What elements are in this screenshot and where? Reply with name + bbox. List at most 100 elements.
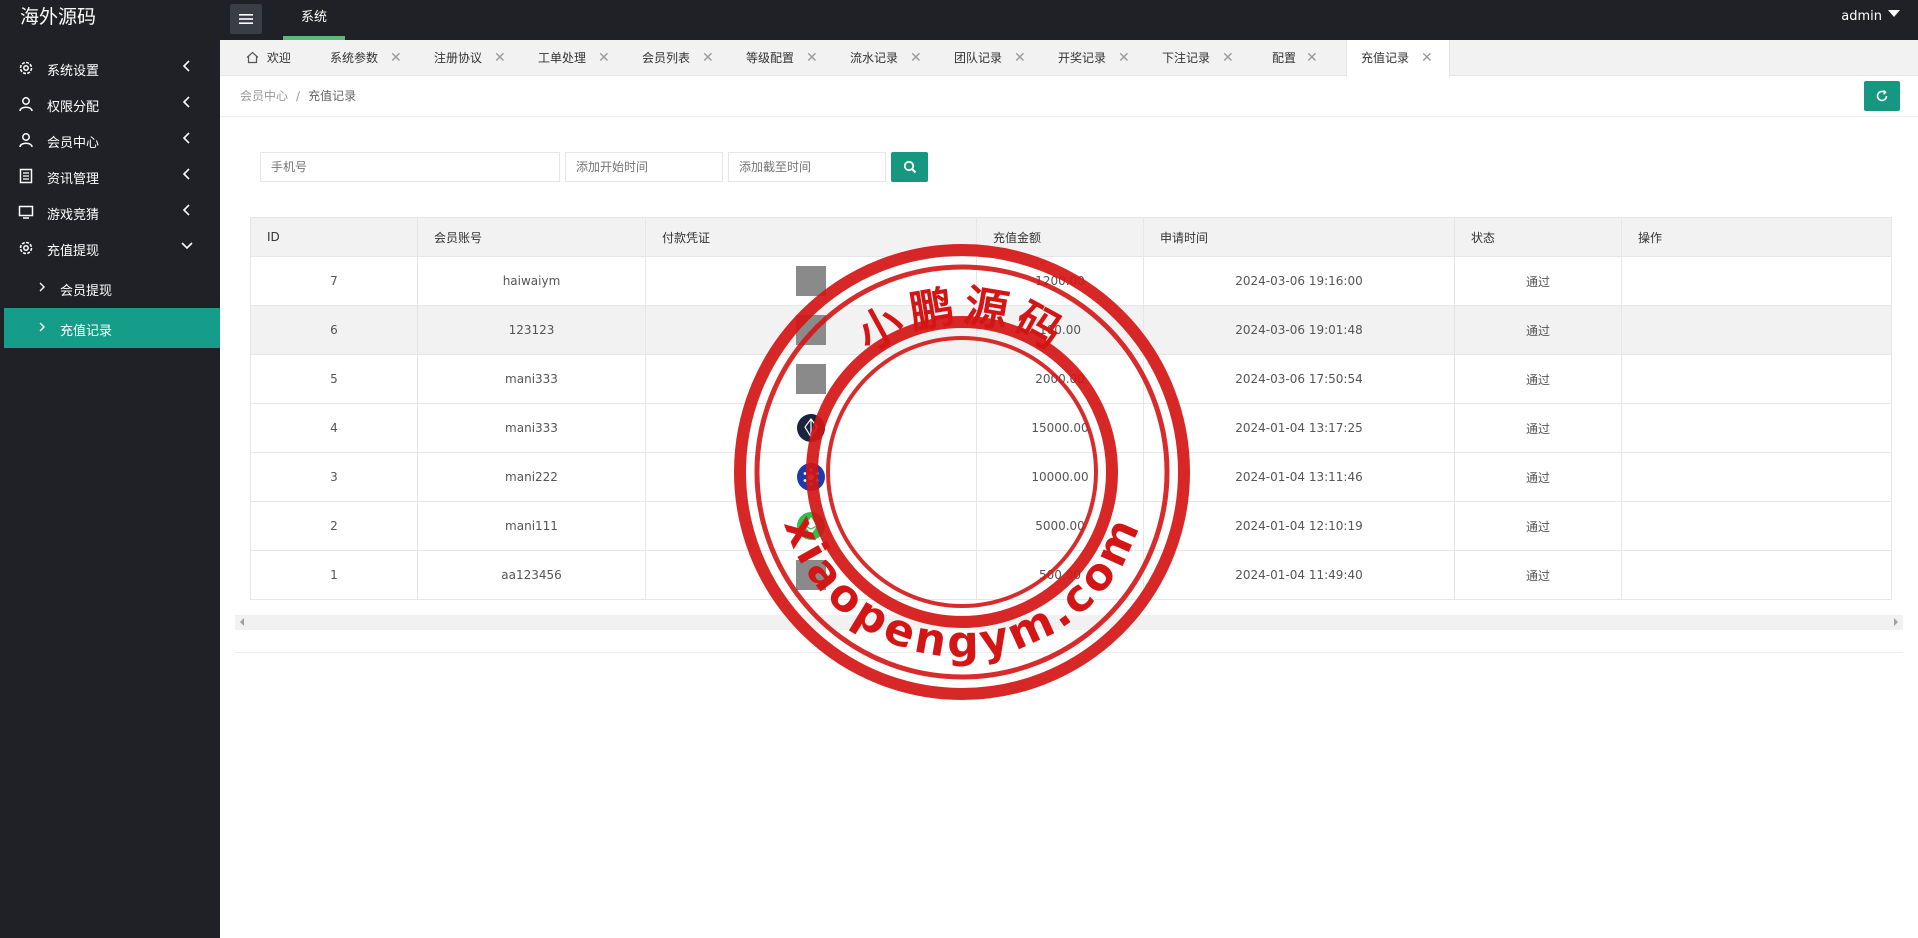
- end-time-input[interactable]: [728, 152, 886, 182]
- cell-amount: 1200.00: [976, 256, 1144, 306]
- tab-bar: 欢迎 系统参数 ✕ 注册协议 ✕ 工单处理 ✕ 会员列表 ✕ 等级配置 ✕ 流水记录 ✕ 团…: [220, 40, 1918, 77]
- close-icon[interactable]: ✕: [1222, 40, 1234, 76]
- tab-label: 充值记录: [1361, 51, 1410, 65]
- sidebar-item-games[interactable]: 游戏竞猜: [0, 194, 220, 230]
- sidebar-item-label: 系统设置: [47, 64, 100, 79]
- close-icon[interactable]: ✕: [598, 40, 610, 76]
- brand-title: 海外源码: [20, 6, 97, 28]
- tab-team-records[interactable]: 团队记录 ✕: [954, 40, 1044, 76]
- scroll-left-arrow-icon[interactable]: [240, 618, 244, 626]
- cell-account: mani222: [417, 452, 646, 502]
- tab-member-list[interactable]: 会员列表 ✕: [642, 40, 732, 76]
- refresh-button[interactable]: [1864, 81, 1900, 111]
- cell-voucher: [645, 354, 977, 404]
- tab-config[interactable]: 配置 ✕: [1272, 40, 1342, 76]
- deposit-records-table: ID 会员账号 付款凭证 充值金额 申请时间 状态 操作 7 haiwaiym …: [250, 217, 1892, 600]
- table-row: 5 mani333 2000.00 2024-03-06 17:50:54 通过: [250, 354, 1892, 404]
- cell-actions: [1621, 501, 1892, 551]
- sidebar-item-system-settings[interactable]: 系统设置: [0, 50, 220, 86]
- top-nav-system[interactable]: 系统: [283, 0, 345, 40]
- sidebar-item-label: 权限分配: [47, 100, 100, 115]
- sidebar-subitem-deposit-records[interactable]: 充值记录: [4, 308, 220, 348]
- sidebar-item-label: 游戏竞猜: [47, 208, 100, 223]
- table-row: 6 123123 100.00 2024-03-06 19:01:48 通过: [250, 305, 1892, 355]
- table-row: 7 haiwaiym 1200.00 2024-03-06 19:16:00 通…: [250, 256, 1892, 306]
- close-icon[interactable]: ✕: [494, 40, 506, 76]
- caret-down-icon: [1888, 10, 1900, 17]
- cell-status: 通过: [1454, 256, 1622, 306]
- voucher-thumbnail[interactable]: [796, 315, 826, 345]
- ethereum-classic-coin-icon[interactable]: [796, 511, 826, 541]
- user-icon: [19, 133, 33, 148]
- tab-deposit-records[interactable]: 充值记录 ✕: [1346, 40, 1450, 77]
- tab-tickets[interactable]: 工单处理 ✕: [538, 40, 628, 76]
- cardano-coin-icon[interactable]: [796, 462, 826, 492]
- tab-system-params[interactable]: 系统参数 ✕: [330, 40, 420, 76]
- tab-registration-agreement[interactable]: 注册协议 ✕: [434, 40, 524, 76]
- chevron-left-icon: [182, 60, 190, 72]
- cell-id: 2: [250, 501, 418, 551]
- horizontal-scrollbar[interactable]: [235, 615, 1903, 630]
- divider: [220, 116, 1918, 117]
- tab-level-config[interactable]: 等级配置 ✕: [746, 40, 836, 76]
- sidebar-item-permissions[interactable]: 权限分配: [0, 86, 220, 122]
- top-bar: 海外源码 系统 admin: [0, 0, 1918, 40]
- close-icon[interactable]: ✕: [806, 40, 818, 76]
- voucher-thumbnail[interactable]: [796, 266, 826, 296]
- tab-flow-records[interactable]: 流水记录 ✕: [850, 40, 940, 76]
- menu-toggle-button[interactable]: [230, 4, 262, 34]
- voucher-thumbnail[interactable]: [796, 364, 826, 394]
- close-icon[interactable]: ✕: [702, 40, 714, 76]
- column-header-id: ID: [250, 217, 418, 257]
- tab-label: 下注记录: [1162, 51, 1211, 65]
- cell-actions: [1621, 452, 1892, 502]
- cell-voucher: [645, 550, 977, 600]
- refresh-icon: [1876, 89, 1888, 102]
- cell-amount: 15000.00: [976, 403, 1144, 453]
- close-icon[interactable]: ✕: [1014, 40, 1026, 76]
- cell-status: 通过: [1454, 550, 1622, 600]
- eos-coin-icon[interactable]: [796, 413, 826, 443]
- chevron-down-icon: [181, 242, 193, 250]
- sidebar-item-member-center[interactable]: 会员中心: [0, 122, 220, 158]
- phone-search-input[interactable]: [260, 152, 560, 182]
- home-icon: [246, 51, 259, 63]
- user-menu[interactable]: admin: [1841, 0, 1900, 40]
- scroll-right-arrow-icon[interactable]: [1894, 618, 1898, 626]
- divider: [235, 652, 1903, 653]
- cell-account: mani333: [417, 354, 646, 404]
- close-icon[interactable]: ✕: [1306, 40, 1318, 76]
- close-icon[interactable]: ✕: [910, 40, 922, 76]
- top-nav-label: 系统: [300, 10, 327, 25]
- monitor-icon: [18, 205, 34, 219]
- table-row: 1 aa123456 500.00 2024-01-04 11:49:40 通过: [250, 550, 1892, 600]
- tab-label: 配置: [1272, 51, 1297, 65]
- start-time-input[interactable]: [565, 152, 723, 182]
- chevron-right-icon: [39, 282, 45, 292]
- breadcrumb-parent[interactable]: 会员中心: [240, 89, 288, 103]
- cell-id: 4: [250, 403, 418, 453]
- chevron-right-icon: [39, 322, 45, 332]
- chevron-left-icon: [182, 96, 190, 108]
- cell-amount: 10000.00: [976, 452, 1144, 502]
- cell-amount: 500.00: [976, 550, 1144, 600]
- close-icon[interactable]: ✕: [1118, 40, 1130, 76]
- cell-voucher: [645, 256, 977, 306]
- cell-time: 2024-01-04 13:17:25: [1143, 403, 1455, 453]
- tab-bet-records[interactable]: 下注记录 ✕: [1162, 40, 1252, 76]
- voucher-thumbnail[interactable]: [796, 560, 826, 590]
- tab-draw-records[interactable]: 开奖记录 ✕: [1058, 40, 1148, 76]
- close-icon[interactable]: ✕: [390, 40, 402, 76]
- tab-welcome[interactable]: 欢迎: [246, 40, 316, 76]
- cell-id: 6: [250, 305, 418, 355]
- search-button[interactable]: [891, 152, 928, 182]
- user-icon: [19, 97, 33, 112]
- sidebar-item-deposit-withdraw[interactable]: 充值提现: [0, 230, 220, 266]
- close-icon[interactable]: ✕: [1421, 40, 1433, 76]
- sidebar-item-news[interactable]: 资讯管理: [0, 158, 220, 194]
- gear-icon: [19, 241, 33, 255]
- sidebar-item-label: 资讯管理: [47, 172, 100, 187]
- search-icon: [903, 160, 916, 174]
- sidebar-subitem-withdrawals[interactable]: 会员提现: [4, 268, 220, 308]
- table-header-row: ID 会员账号 付款凭证 充值金额 申请时间 状态 操作: [250, 217, 1892, 257]
